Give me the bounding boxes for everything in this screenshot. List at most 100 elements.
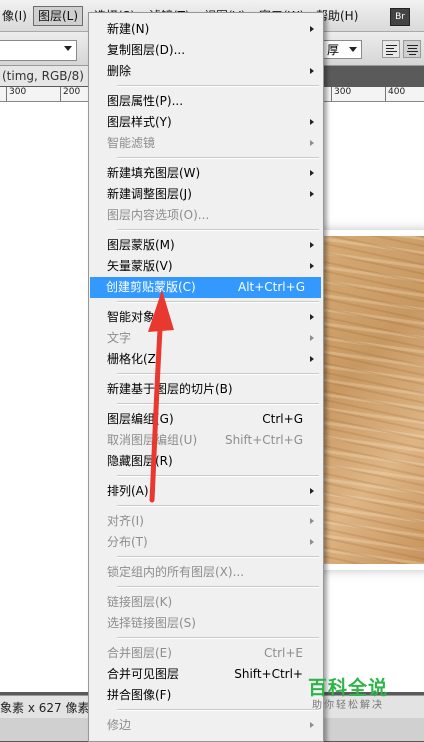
font-style-select[interactable]: 厚	[322, 40, 362, 59]
menu-item-hide-layers[interactable]: 隐藏图层(R)	[91, 451, 319, 472]
menu-item-label: 分布(T)	[107, 535, 148, 549]
document-tab[interactable]: (timg, RGB/8) *	[0, 66, 102, 86]
submenu-arrow-icon	[310, 170, 314, 176]
submenu-arrow-icon	[310, 263, 314, 269]
submenu-arrow-icon	[310, 722, 314, 728]
menu-item-label: 创建剪贴蒙版(C)	[106, 280, 196, 294]
menu-item-label: 新建(N)	[107, 22, 150, 36]
submenu-arrow-icon	[310, 356, 314, 362]
menu-item-rasterize[interactable]: 栅格化(Z)	[91, 349, 319, 370]
menu-item-label: 隐藏图层(R)	[107, 454, 173, 468]
menu-item-label: 矢量蒙版(V)	[107, 259, 173, 273]
submenu-arrow-icon	[310, 119, 314, 125]
menu-item-layer-properties[interactable]: 图层属性(P)...	[91, 91, 319, 112]
watermark: 百科全说 助你轻松解决	[294, 670, 424, 716]
submenu-arrow-icon	[310, 539, 314, 545]
menu-separator	[117, 505, 319, 507]
menu-item-label: 复制图层(D)...	[107, 43, 186, 57]
menu-item-delete[interactable]: 删除	[91, 61, 319, 82]
font-family-select[interactable]	[0, 40, 77, 61]
ruler-tick: 300	[331, 87, 351, 101]
menu-item-label: 选择链接图层(S)	[107, 616, 196, 630]
menu-item-label: 智能滤镜	[107, 136, 156, 150]
submenu-arrow-icon	[310, 518, 314, 524]
submenu-arrow-icon	[310, 191, 314, 197]
menu-item-label: 修边	[107, 718, 132, 732]
menu-item-label: 链接图层(K)	[107, 595, 173, 609]
menu-item-label: 拼合图像(F)	[107, 688, 172, 702]
menu-separator	[117, 85, 319, 87]
menu-item-label: 新建调整图层(J)	[107, 187, 192, 201]
menu-item-shortcut: Shift+Ctrl+G	[224, 433, 303, 447]
menu-item-label: 新建填充图层(W)	[107, 166, 201, 180]
align-center-button[interactable]	[403, 40, 421, 58]
menu-item-new-fill-layer[interactable]: 新建填充图层(W)	[91, 163, 319, 184]
chevron-down-icon	[64, 46, 72, 51]
menu-separator	[117, 157, 319, 159]
menu-separator	[117, 556, 319, 558]
submenu-arrow-icon	[310, 314, 314, 320]
submenu-arrow-icon	[310, 68, 314, 74]
menu-item-type: 文字	[91, 328, 319, 349]
menu-item-label: 图层样式(Y)	[107, 115, 172, 129]
ruler-tick: 300	[6, 87, 26, 101]
menu-item-distribute: 分布(T)	[91, 532, 319, 553]
menu-item-new-adjustment-layer[interactable]: 新建调整图层(J)	[91, 184, 319, 205]
menu-item-shortcut: Alt+Ctrl+G	[237, 280, 305, 294]
menu-separator	[117, 373, 319, 375]
menu-item-label: 图层内容选项(O)...	[107, 208, 210, 222]
ruler-tick: 400	[385, 87, 405, 101]
menu-item-layer-content-options: 图层内容选项(O)...	[91, 205, 319, 226]
menu-item-create-clipping-mask[interactable]: 创建剪贴蒙版(C) Alt+Ctrl+G	[90, 277, 321, 298]
menu-separator	[117, 637, 319, 639]
menu-item-label: 取消图层编组(U)	[107, 433, 198, 447]
menu-item-group-layers[interactable]: 图层编组(G) Ctrl+G	[91, 409, 319, 430]
menu-separator	[117, 475, 319, 477]
menu-item-merge-layers: 合并图层(E) Ctrl+E	[91, 643, 319, 664]
menu-item-smart-object[interactable]: 智能对象	[91, 307, 319, 328]
menu-item-layer-style[interactable]: 图层样式(Y)	[91, 112, 319, 133]
menu-item-label: 合并可见图层	[107, 667, 180, 681]
wood-texture-image	[312, 236, 424, 564]
menu-separator	[117, 301, 319, 303]
menubar-item-image[interactable]: 像(I)	[0, 7, 31, 25]
menu-item-label: 图层属性(P)...	[107, 94, 184, 108]
font-style-value: 厚	[327, 43, 340, 57]
bridge-logo-icon[interactable]: Br	[390, 8, 410, 26]
menu-separator	[117, 229, 319, 231]
menu-item-select-linked-layers: 选择链接图层(S)	[91, 613, 319, 634]
menu-item-label: 合并图层(E)	[107, 646, 172, 660]
submenu-arrow-icon	[310, 488, 314, 494]
menu-item-shortcut: Ctrl+E	[264, 646, 303, 660]
menu-item-align: 对齐(I)	[91, 511, 319, 532]
menu-item-flatten-image[interactable]: 拼合图像(F)	[91, 685, 319, 706]
layer-menu: 新建(N) 复制图层(D)... 删除 图层属性(P)... 图层样式(Y) 智…	[88, 12, 324, 742]
menu-item-label: 锁定组内的所有图层(X)...	[107, 565, 245, 579]
menu-item-ungroup-layers: 取消图层编组(U) Shift+Ctrl+G	[91, 430, 319, 451]
submenu-arrow-icon	[310, 26, 314, 32]
menu-item-matting: 修边	[91, 715, 319, 736]
menu-item-duplicate-layer[interactable]: 复制图层(D)...	[91, 40, 319, 61]
menu-item-merge-visible[interactable]: 合并可见图层 Shift+Ctrl+	[91, 664, 319, 685]
menu-item-label: 新建基于图层的切片(B)	[107, 382, 233, 396]
menu-item-layer-mask[interactable]: 图层蒙版(M)	[91, 235, 319, 256]
align-left-button[interactable]	[382, 40, 400, 58]
submenu-arrow-icon	[310, 242, 314, 248]
menu-item-vector-mask[interactable]: 矢量蒙版(V)	[91, 256, 319, 277]
chevron-down-icon	[349, 47, 357, 52]
menu-item-label: 图层编组(G)	[107, 412, 174, 426]
menubar-item-layer[interactable]: 图层(L)	[33, 6, 84, 26]
menu-item-new-layer-based-slice[interactable]: 新建基于图层的切片(B)	[91, 379, 319, 400]
menu-item-shortcut: Shift+Ctrl+	[234, 667, 303, 681]
submenu-arrow-icon	[310, 335, 314, 341]
menu-item-arrange[interactable]: 排列(A)	[91, 481, 319, 502]
menu-item-label: 智能对象	[107, 310, 156, 324]
menu-item-label: 图层蒙版(M)	[107, 238, 175, 252]
menu-separator	[117, 403, 319, 405]
menu-item-shortcut: Ctrl+G	[262, 412, 303, 426]
watermark-subtitle: 助你轻松解决	[312, 700, 384, 711]
menu-separator	[117, 709, 319, 711]
menu-item-label: 排列(A)	[107, 484, 149, 498]
menu-item-lock-all-layers-in-group: 锁定组内的所有图层(X)...	[91, 562, 319, 583]
menu-item-new[interactable]: 新建(N)	[91, 19, 319, 40]
